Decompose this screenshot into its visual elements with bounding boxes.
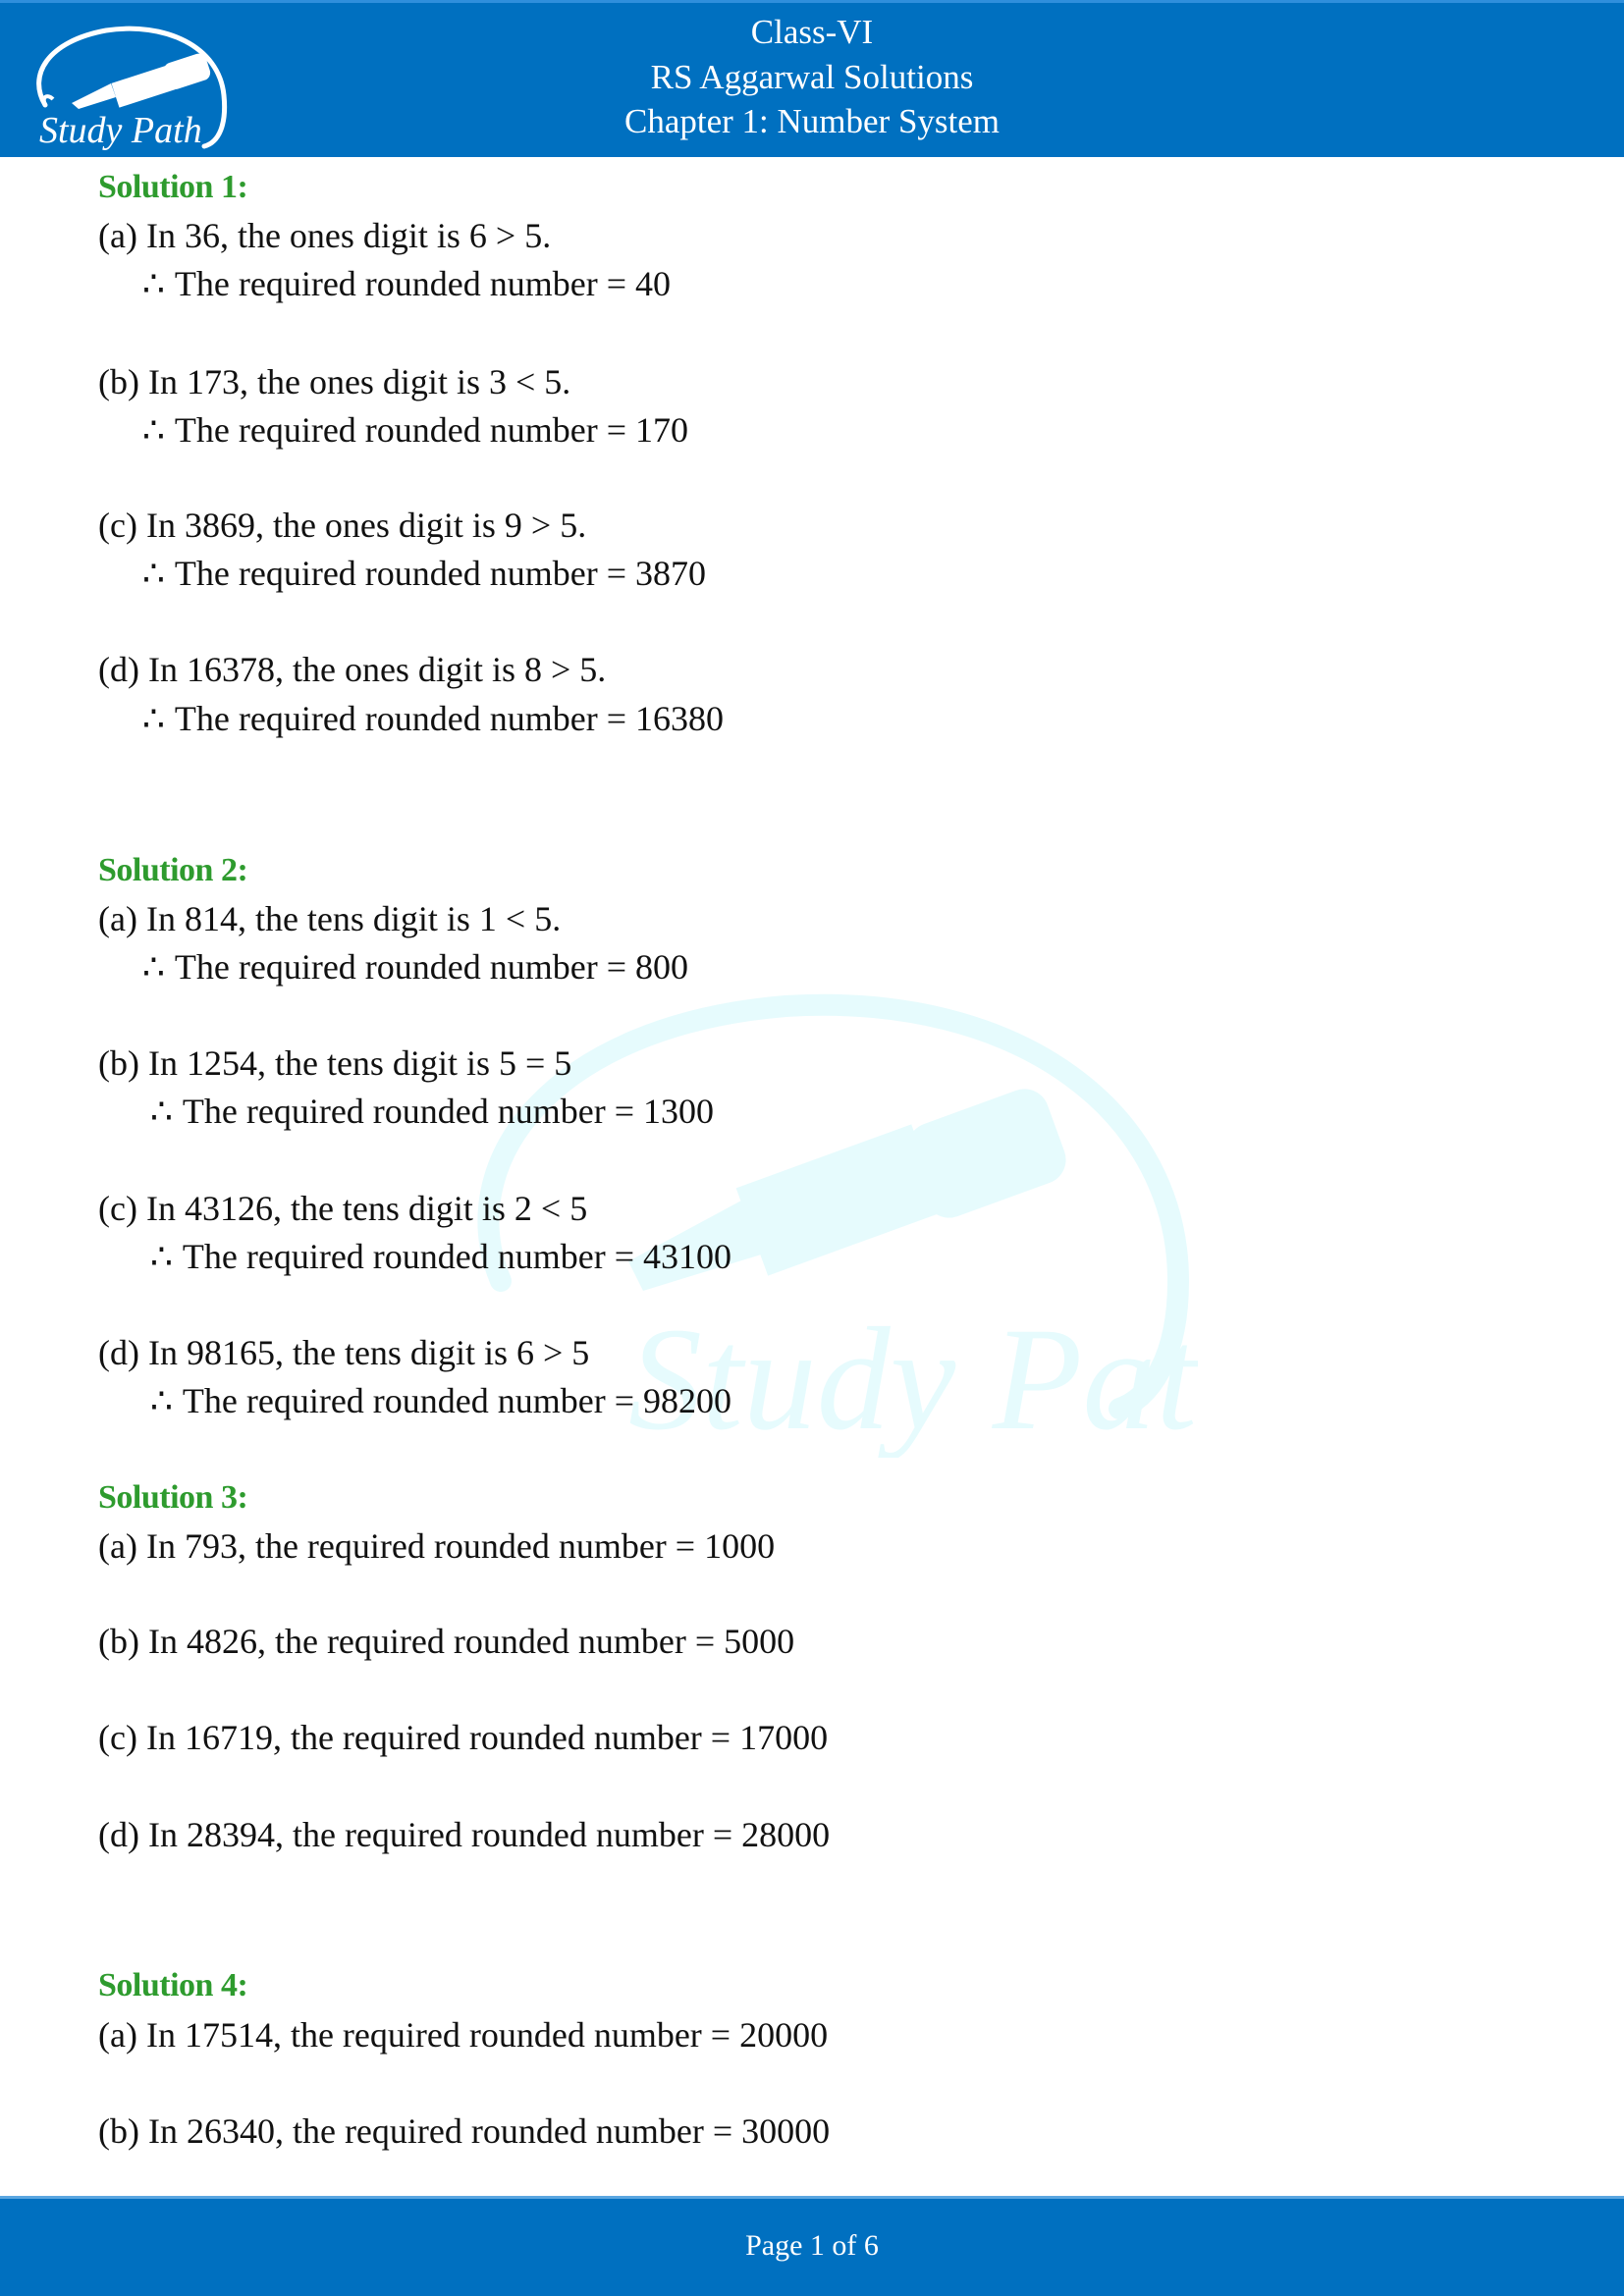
header-book-title: RS Aggarwal Solutions <box>650 58 974 96</box>
solution-2d-question: (d) In 98165, the tens digit is 6 > 5 <box>98 1333 590 1372</box>
solution-3d: (d) In 28394, the required rounded numbe… <box>98 1815 831 1854</box>
solution-1c-answer: ∴ The required rounded number = 3870 <box>142 554 707 593</box>
solution-1c-question: (c) In 3869, the ones digit is 9 > 5. <box>98 506 587 545</box>
solution-1b-answer: ∴ The required rounded number = 170 <box>142 410 689 450</box>
solution-2c-question: (c) In 43126, the tens digit is 2 < 5 <box>98 1189 588 1228</box>
solution-1d-question: (d) In 16378, the ones digit is 8 > 5. <box>98 650 607 689</box>
page-header: Study Path Class-VI RS Aggarwal Solution… <box>0 0 1624 157</box>
therefore-symbol: ∴ <box>150 1381 173 1420</box>
solution-1a-question: (a) In 36, the ones digit is 6 > 5. <box>98 216 552 255</box>
therefore-symbol: ∴ <box>142 947 165 987</box>
solution-2b-answer: ∴ The required rounded number = 1300 <box>150 1092 715 1131</box>
solution-4a: (a) In 17514, the required rounded numbe… <box>98 2015 829 2055</box>
page-footer: Page 1 of 6 <box>0 2196 1624 2296</box>
solution-2b-question: (b) In 1254, the tens digit is 5 = 5 <box>98 1043 572 1083</box>
solution-2d-answer: ∴ The required rounded number = 98200 <box>150 1381 732 1420</box>
therefore-symbol: ∴ <box>142 554 165 593</box>
solution-3b: (b) In 4826, the required rounded number… <box>98 1622 795 1661</box>
solution-3a: (a) In 793, the required rounded number … <box>98 1526 776 1566</box>
header-class: Class-VI <box>750 13 874 51</box>
svg-text:Study Path: Study Path <box>628 1298 1198 1458</box>
solution-2c-answer: ∴ The required rounded number = 43100 <box>150 1237 732 1276</box>
solution-4-title: Solution 4: <box>98 1967 248 2003</box>
header-chapter: Chapter 1: Number System <box>623 102 1001 140</box>
therefore-symbol: ∴ <box>142 410 165 450</box>
solution-2-title: Solution 2: <box>98 852 248 888</box>
solution-1b-question: (b) In 173, the ones digit is 3 < 5. <box>98 362 571 401</box>
solution-2a-question: (a) In 814, the tens digit is 1 < 5. <box>98 899 562 938</box>
therefore-symbol: ∴ <box>142 264 165 303</box>
solution-3c: (c) In 16719, the required rounded numbe… <box>98 1718 829 1757</box>
page-number: Page 1 of 6 <box>745 2229 879 2262</box>
solution-4b: (b) In 26340, the required rounded numbe… <box>98 2111 831 2151</box>
solution-1a-answer: ∴ The required rounded number = 40 <box>142 264 672 303</box>
solution-1-title: Solution 1: <box>98 169 248 205</box>
solution-3-title: Solution 3: <box>98 1479 248 1516</box>
therefore-symbol: ∴ <box>150 1237 173 1276</box>
solution-2a-answer: ∴ The required rounded number = 800 <box>142 947 689 987</box>
solution-1d-answer: ∴ The required rounded number = 16380 <box>142 699 725 738</box>
therefore-symbol: ∴ <box>150 1092 173 1131</box>
therefore-symbol: ∴ <box>142 699 165 738</box>
